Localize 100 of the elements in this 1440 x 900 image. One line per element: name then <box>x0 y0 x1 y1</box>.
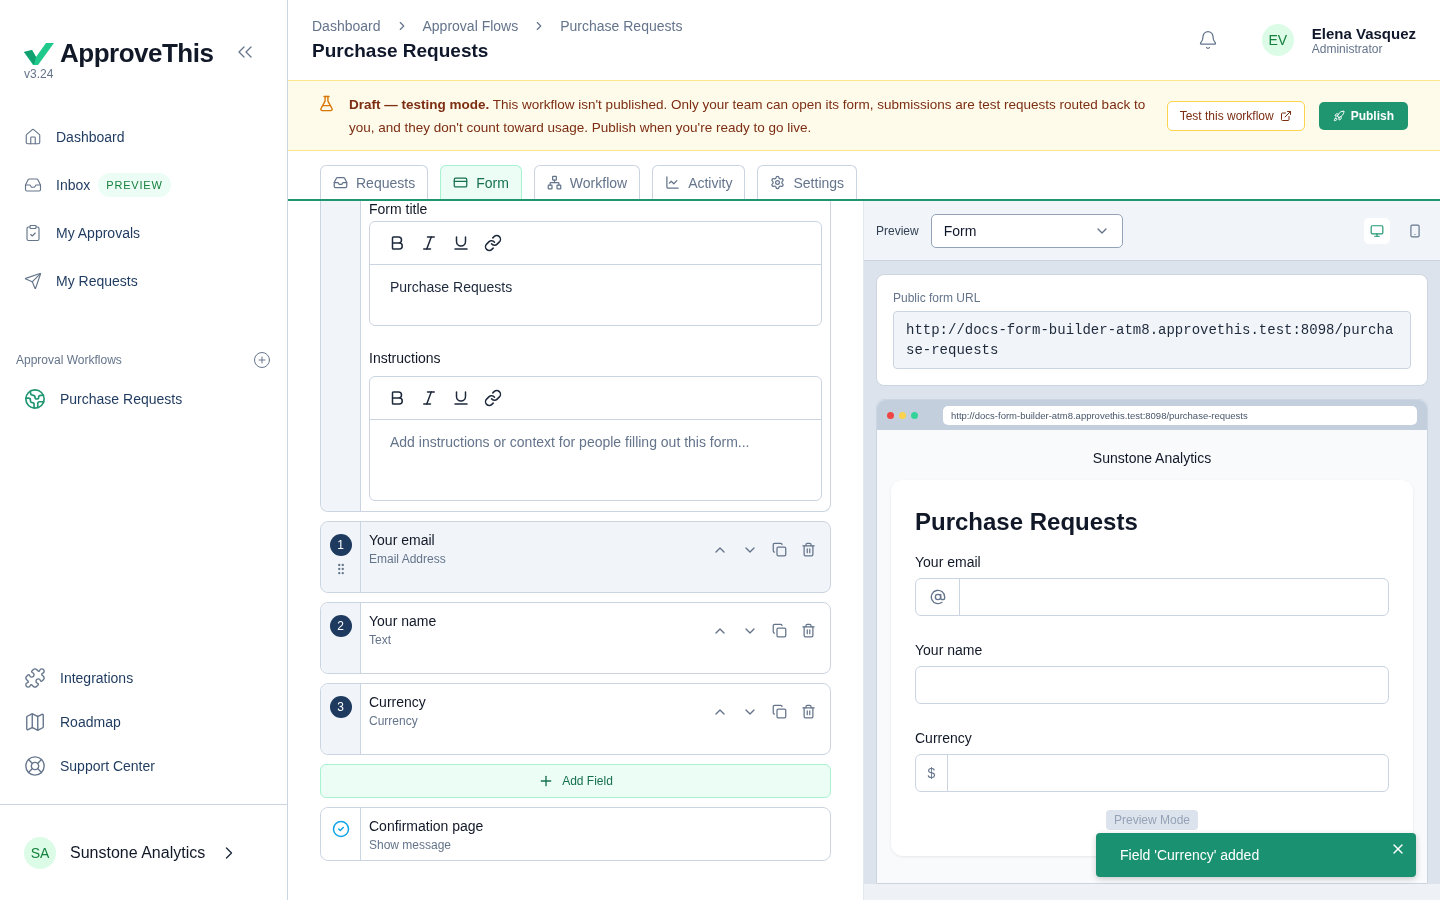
form-title: Purchase Requests <box>915 508 1139 536</box>
tab[interactable]: Workflow <box>533 165 641 199</box>
form-field-card[interactable]: 2 Your name Text <box>320 602 831 674</box>
tab[interactable]: Settings <box>757 165 858 199</box>
brand-name: ApproveThis <box>60 38 214 69</box>
nav-item[interactable]: Support Center <box>24 744 271 788</box>
test-workflow-button[interactable]: Test this workflow <box>1166 100 1305 131</box>
instructions-editor[interactable]: Add instructions or context for people filling out this form... <box>369 376 822 501</box>
flask-icon <box>318 95 335 112</box>
delete-icon[interactable] <box>801 623 816 638</box>
add-field-button[interactable]: Add Field <box>320 764 831 798</box>
field-type: Email Address <box>369 552 446 566</box>
link-icon[interactable] <box>484 389 502 407</box>
duplicate-icon[interactable] <box>772 542 787 557</box>
nav-item[interactable]: My Requests <box>24 259 271 303</box>
globe-icon <box>24 388 46 410</box>
breadcrumb-link[interactable]: Approval Flows <box>422 18 519 34</box>
section-title: Approval Workflows <box>16 353 122 367</box>
send-icon <box>24 272 42 290</box>
form-field-card[interactable]: 1 Your email Email Address <box>320 521 831 593</box>
url-label: Public form URL <box>893 291 982 305</box>
confirmation-title: Confirmation page <box>369 818 484 834</box>
delete-icon[interactable] <box>801 704 816 719</box>
add-icon[interactable] <box>253 351 271 369</box>
delete-icon[interactable] <box>801 542 816 557</box>
underline-icon[interactable] <box>452 389 470 407</box>
notification-bell-icon[interactable] <box>1197 30 1218 50</box>
breadcrumb-link[interactable]: Purchase Requests <box>560 18 683 34</box>
field-label: Your email <box>369 532 436 548</box>
clipboard-check-icon <box>24 224 42 242</box>
workflow-item[interactable]: Purchase Requests <box>24 377 271 421</box>
external-link-icon <box>1279 109 1292 122</box>
checkmark-logo-icon <box>24 42 54 65</box>
org-title: Sunstone Analytics <box>1091 450 1213 466</box>
puzzle-icon <box>24 667 46 689</box>
check-circle-icon <box>331 820 350 838</box>
input-field[interactable] <box>915 578 1389 616</box>
settings-icon <box>770 175 786 190</box>
org-name[interactable]: Sunstone Analytics <box>70 843 206 862</box>
underline-icon[interactable] <box>452 234 470 252</box>
user-role: Administrator <box>1311 41 1383 56</box>
field-number: 3 <box>329 696 352 718</box>
page-title: Purchase Requests <box>312 40 490 62</box>
field-label: Currency <box>369 694 426 710</box>
phone-icon <box>1408 223 1422 238</box>
inbox-icon <box>333 175 348 190</box>
field-label: Your email <box>915 554 982 570</box>
card-icon <box>453 175 469 190</box>
breadcrumb-link[interactable]: Dashboard <box>312 18 381 34</box>
org-avatar: SA <box>24 836 56 869</box>
toast-message: Field 'Currency' added <box>1120 847 1260 863</box>
input-field[interactable]: $ <box>915 754 1389 792</box>
italic-icon[interactable] <box>420 234 438 252</box>
nav-item[interactable]: Integrations <box>24 656 271 700</box>
field-type: Currency <box>369 714 419 728</box>
confirmation-subtitle: Show message <box>369 838 453 852</box>
publish-button[interactable]: Publish <box>1318 101 1408 130</box>
nav-item[interactable]: Roadmap <box>24 700 271 744</box>
field-number: 1 <box>329 534 352 556</box>
field-number: 2 <box>329 615 352 637</box>
user-avatar[interactable]: EV <box>1261 24 1294 56</box>
tab[interactable]: Requests <box>320 165 429 199</box>
field-type: Text <box>369 633 392 647</box>
desktop-view-button[interactable] <box>1364 217 1390 244</box>
map-icon <box>24 711 46 733</box>
version-label: v3.24 <box>24 67 55 81</box>
preview-select[interactable]: Form <box>930 213 1123 248</box>
user-name: Elena Vasquez <box>1311 24 1416 42</box>
address-bar: http://docs-form-builder-atm8.approvethis.test:8098/purchase-requests <box>943 405 1417 425</box>
italic-icon[interactable] <box>420 389 438 407</box>
public-url-field[interactable]: http://docs-form-builder-atm8.approvethis.test:8098/purchase-requests <box>893 311 1411 369</box>
nav-item[interactable]: Inbox PREVIEW <box>24 163 271 207</box>
duplicate-icon[interactable] <box>772 704 787 719</box>
line-chart-icon <box>665 175 681 190</box>
preview-mode-badge: Preview Mode <box>1106 810 1198 830</box>
nav-item[interactable]: Dashboard <box>24 115 271 159</box>
home-icon <box>24 128 42 146</box>
field-label: Your name <box>369 613 437 629</box>
inbox-icon <box>24 176 42 194</box>
currency-prefix: $ <box>916 755 948 791</box>
rocket-icon <box>1332 109 1345 122</box>
field-label: Form title <box>369 201 429 217</box>
preview-label: Preview <box>876 223 919 238</box>
nav-item[interactable]: My Approvals <box>24 211 271 255</box>
link-icon[interactable] <box>484 234 502 252</box>
form-field-card[interactable]: 3 Currency Currency <box>320 683 831 755</box>
at-sign-icon <box>929 589 946 605</box>
tab[interactable]: Form <box>440 165 522 199</box>
form-title-editor[interactable]: Purchase Requests <box>369 221 822 326</box>
field-label: Your name <box>915 642 984 658</box>
monitor-icon <box>1370 223 1384 238</box>
duplicate-icon[interactable] <box>772 623 787 638</box>
preview-tag: PREVIEW <box>98 173 171 197</box>
tab[interactable]: Activity <box>652 165 746 199</box>
lifebuoy-icon <box>24 755 46 777</box>
window-controls-icon <box>887 411 918 419</box>
confirmation-card[interactable]: Confirmation page Show message <box>320 807 831 861</box>
field-label: Instructions <box>369 350 442 366</box>
hierarchy-icon <box>546 175 562 190</box>
input-field[interactable] <box>915 666 1389 704</box>
